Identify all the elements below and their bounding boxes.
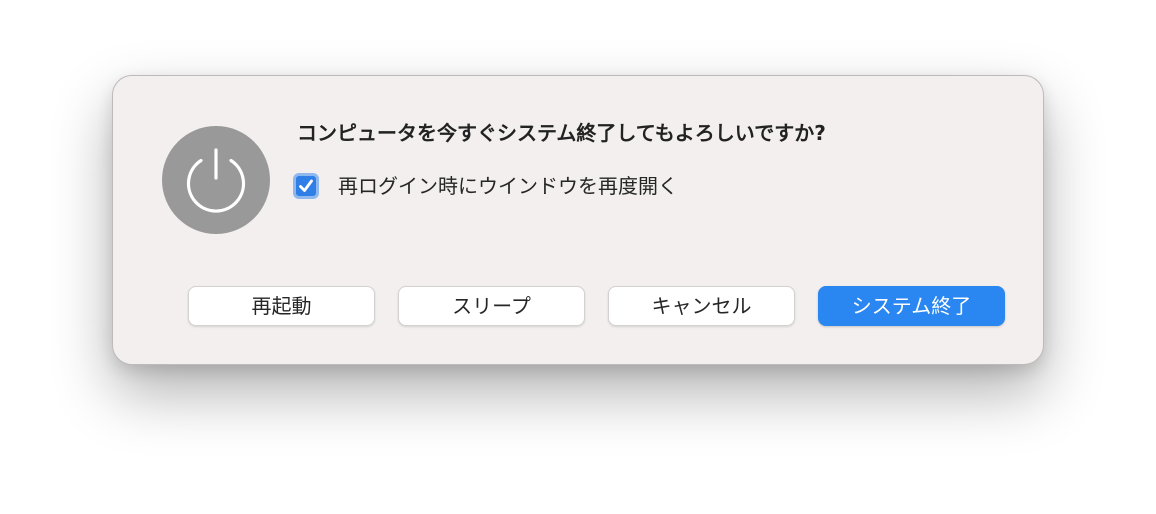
reopen-windows-option[interactable]: 再ログイン時にウインドウを再度開く: [293, 169, 678, 203]
shutdown-dialog: コンピュータを今すぐシステム終了してもよろしいですか? 再ログイン時にウインドウ…: [112, 75, 1044, 365]
shutdown-button[interactable]: システム終了: [818, 286, 1005, 326]
reopen-windows-label: 再ログイン時にウインドウを再度開く: [338, 174, 678, 198]
dialog-title: コンピュータを今すぐシステム終了してもよろしいですか?: [297, 121, 826, 145]
power-icon: [162, 126, 270, 234]
restart-button[interactable]: 再起動: [188, 286, 375, 326]
checkmark-icon: [299, 179, 313, 192]
sleep-button[interactable]: スリープ: [398, 286, 585, 326]
cancel-button[interactable]: キャンセル: [608, 286, 795, 326]
reopen-windows-checkbox[interactable]: [293, 173, 319, 199]
